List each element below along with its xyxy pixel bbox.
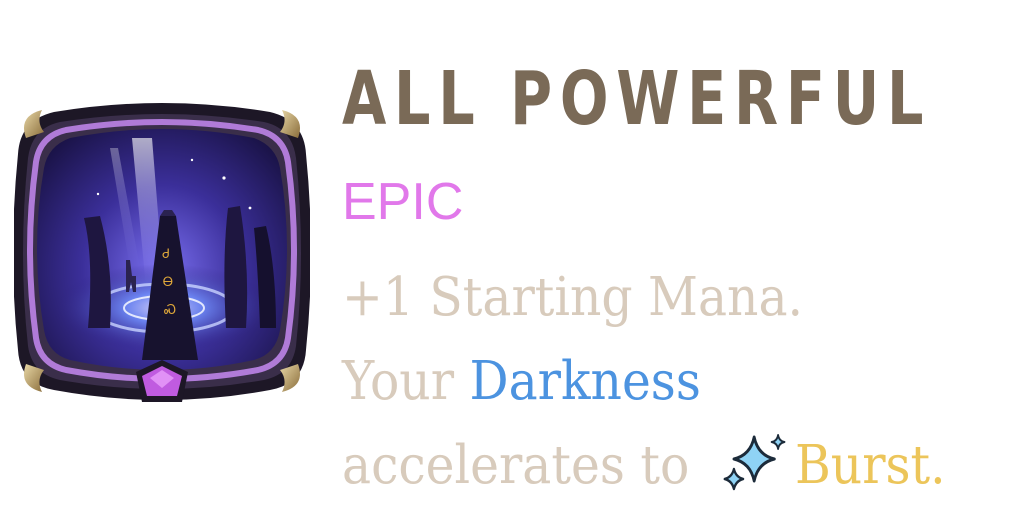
description-line: +1 Starting Mana.: [342, 267, 804, 328]
burst-keyword: Burst.: [794, 435, 946, 496]
augment-artwork-frame: Ꮷ Ꮎ Ꮝ: [14, 98, 310, 410]
description-line: Your Darkness: [342, 340, 946, 424]
description-text: accelerates to: [342, 435, 705, 496]
rarity-label: EPIC: [342, 173, 464, 231]
sparkles-icon: [721, 433, 789, 512]
svg-text:Ꮷ: Ꮷ: [162, 247, 169, 262]
augment-card: Ꮷ Ꮎ Ꮝ ALL POWERFUL EPIC +1 Starting Mana…: [0, 0, 1024, 512]
augment-description: +1 Starting Mana. Your Darkness accelera…: [342, 256, 946, 508]
augment-title: ALL POWERFUL: [342, 56, 932, 142]
darkness-keyword: Darkness: [469, 351, 701, 412]
svg-text:Ꮝ: Ꮝ: [164, 303, 176, 318]
dark-obelisk-portal-icon: Ꮷ Ꮎ Ꮝ: [14, 103, 310, 402]
description-text: Your: [342, 351, 470, 412]
svg-text:Ꮎ: Ꮎ: [163, 275, 173, 290]
description-line: accelerates to Burst.: [342, 424, 946, 508]
